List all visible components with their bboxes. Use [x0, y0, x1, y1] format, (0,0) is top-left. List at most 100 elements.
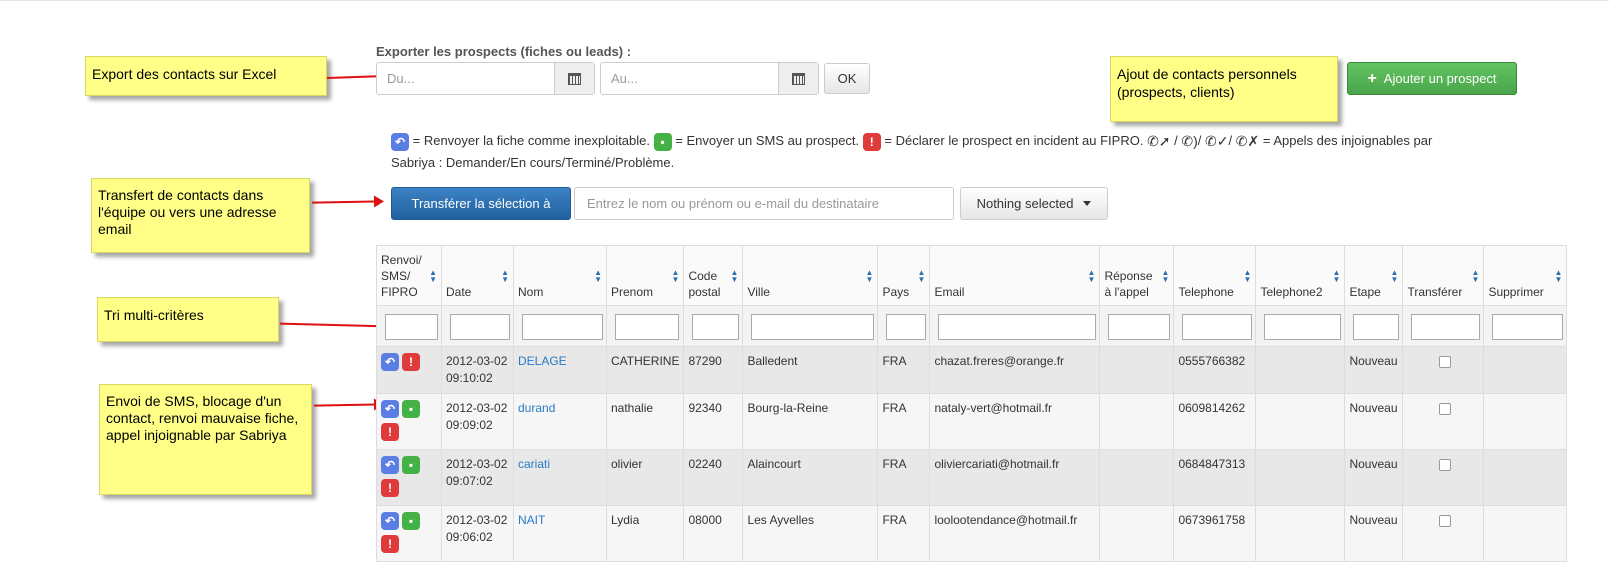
filter-cell [513, 305, 607, 347]
column-header[interactable]: Date ▲ ▼ [441, 245, 514, 306]
return-icon[interactable]: ↶ [381, 512, 399, 530]
column-header[interactable]: Prenom ▲ ▼ [605, 245, 685, 306]
column-header[interactable]: Pays ▲ ▼ [877, 245, 931, 306]
recipient-input[interactable]: Entrez le nom ou prénom ou e-mail du des… [574, 187, 954, 220]
sort-icon[interactable]: ▲ ▼ [1088, 269, 1096, 284]
sort-icon[interactable]: ▲ ▼ [1391, 269, 1399, 284]
table-cell: 2012-03-02 09:10:02 [441, 346, 514, 394]
transfer-checkbox[interactable] [1439, 459, 1452, 471]
column-header[interactable]: Etape ▲ ▼ [1344, 245, 1404, 306]
transfer-checkbox[interactable] [1439, 403, 1452, 415]
sort-icon[interactable]: ▲ ▼ [1333, 269, 1341, 284]
filter-input[interactable] [1492, 314, 1564, 340]
sort-icon[interactable]: ▲ ▼ [1162, 269, 1170, 284]
column-header[interactable]: Transférer ▲ ▼ [1402, 245, 1485, 306]
return-icon[interactable]: ↶ [381, 353, 399, 371]
table-row: ↶! 2012-03-02 09:10:02 DELAGE CATHERINE 8729… [376, 346, 1568, 394]
prospect-name-link[interactable]: durand [518, 401, 555, 415]
prospect-name-link[interactable]: NAIT [518, 513, 545, 527]
sort-icon[interactable]: ▲ ▼ [918, 269, 926, 284]
call-done-icon: ✆✓ [1205, 133, 1229, 150]
export-label: Exporter les prospects (fiches ou leads)… [376, 44, 632, 59]
cell-etape: Nouveau [1349, 457, 1398, 471]
note-actions-text: Envoi de SMS, blocage d'un contact, renv… [106, 393, 299, 443]
column-header[interactable]: Telephone2 ▲ ▼ [1255, 245, 1346, 306]
export-ok-button[interactable]: OK [824, 63, 870, 94]
transfer-selection-button[interactable]: Transférer la sélection à [391, 187, 571, 220]
note-add: Ajout de contacts personnels (prospects,… [1110, 56, 1338, 122]
table-cell: Alaincourt [742, 449, 879, 506]
date-to-input[interactable]: Au... [601, 63, 778, 94]
recipient-dropdown[interactable]: Nothing selected [960, 187, 1108, 220]
calendar-to-button[interactable] [778, 63, 818, 94]
column-header[interactable]: Code postal ▲ ▼ [683, 245, 744, 306]
sort-icon[interactable]: ▲ ▼ [866, 269, 874, 284]
sort-icon[interactable]: ▲ ▼ [1555, 269, 1563, 284]
sort-icon[interactable]: ▲ ▼ [731, 269, 739, 284]
incident-icon[interactable]: ! [381, 423, 399, 441]
filter-input[interactable] [1411, 314, 1481, 340]
date-to-field[interactable]: Au... [600, 62, 819, 95]
filter-input[interactable] [692, 314, 740, 340]
column-header[interactable]: Email ▲ ▼ [929, 245, 1101, 306]
sort-icon[interactable]: ▲ ▼ [429, 269, 437, 284]
sort-icon[interactable]: ▲ ▼ [1472, 269, 1480, 284]
column-header[interactable]: Nom ▲ ▼ [513, 245, 607, 306]
table-header-row: Renvoi/ SMS/ FIPRO ▲ ▼ Date ▲ ▼ Nom ▲ ▼ Prenom ▲ ▼ C… [376, 245, 1568, 306]
row-actions: ↶ ▪! [381, 512, 421, 555]
cell-prenom: olivier [611, 457, 643, 471]
column-header[interactable]: Renvoi/ SMS/ FIPRO ▲ ▼ [376, 245, 442, 306]
sms-icon[interactable]: ▪ [402, 400, 420, 418]
filter-input[interactable] [450, 314, 510, 340]
incident-icon[interactable]: ! [402, 353, 420, 371]
filter-input[interactable] [1108, 314, 1171, 340]
note-actions: Envoi de SMS, blocage d'un contact, renv… [99, 384, 312, 495]
filter-input[interactable] [522, 314, 603, 340]
sort-icon[interactable]: ▲ ▼ [1244, 269, 1252, 284]
filter-input[interactable] [385, 314, 438, 340]
column-header[interactable]: Réponse à l'appel ▲ ▼ [1099, 245, 1175, 306]
date-from-field[interactable]: Du... [376, 62, 595, 95]
table-cell: 0673961758 [1173, 505, 1257, 562]
transfer-checkbox[interactable] [1439, 515, 1452, 527]
sms-icon[interactable]: ▪ [402, 512, 420, 530]
column-header-label: Etape [1349, 285, 1381, 299]
filter-cell [1483, 305, 1568, 347]
legend-sms-text: = Envoyer un SMS au prospect. [675, 133, 860, 148]
cell-ville: Les Ayvelles [747, 513, 814, 527]
filter-input[interactable] [1353, 314, 1400, 340]
table-row: ↶ ▪! 2012-03-02 09:06:02 NAIT Lydia 08000 Les … [376, 505, 1568, 562]
sms-icon: ▪ [653, 132, 672, 151]
return-icon[interactable]: ↶ [381, 456, 399, 474]
filter-input[interactable] [938, 314, 1097, 340]
sms-icon[interactable]: ▪ [402, 456, 420, 474]
table-cell [1099, 449, 1175, 506]
return-icon[interactable]: ↶ [381, 400, 399, 418]
incident-icon[interactable]: ! [381, 479, 399, 497]
row-actions: ↶! [381, 353, 421, 373]
filter-input[interactable] [615, 314, 679, 340]
column-header[interactable]: Supprimer ▲ ▼ [1483, 245, 1568, 306]
calendar-from-button[interactable] [554, 63, 594, 94]
sort-icon[interactable]: ▲ ▼ [672, 269, 680, 284]
add-prospect-button[interactable]: + Ajouter un prospect [1347, 62, 1517, 95]
date-from-input[interactable]: Du... [377, 63, 554, 94]
row-actions-cell: ↶ ▪! [376, 393, 442, 450]
prospect-name-link[interactable]: DELAGE [518, 354, 567, 368]
sort-icon[interactable]: ▲ ▼ [501, 269, 509, 284]
column-header[interactable]: Ville ▲ ▼ [742, 245, 879, 306]
row-actions-cell: ↶ ▪! [376, 505, 442, 562]
cell-date: 2012-03-02 09:10:02 [446, 354, 508, 385]
prospect-name-link[interactable]: cariati [518, 457, 550, 471]
filter-input[interactable] [751, 314, 875, 340]
sort-icon[interactable]: ▲ ▼ [594, 269, 602, 284]
cell-tel: 0673961758 [1178, 513, 1246, 527]
incident-icon[interactable]: ! [381, 535, 399, 553]
transfer-checkbox[interactable] [1439, 356, 1452, 368]
column-header[interactable]: Telephone ▲ ▼ [1173, 245, 1257, 306]
filter-input[interactable] [886, 314, 927, 340]
prospects-table: Renvoi/ SMS/ FIPRO ▲ ▼ Date ▲ ▼ Nom ▲ ▼ Prenom ▲ ▼ C… [376, 245, 1568, 562]
cell-email: oliviercariati@hotmail.fr [934, 457, 1060, 471]
filter-input[interactable] [1264, 314, 1342, 340]
filter-input[interactable] [1182, 314, 1253, 340]
